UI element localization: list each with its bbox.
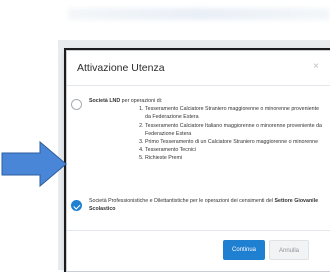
radio-sgs-checked[interactable] xyxy=(71,200,82,211)
dialog-header: Attivazione Utenza × xyxy=(67,51,330,86)
continue-button[interactable]: Continua xyxy=(223,240,265,260)
option-lnd-lead: Società LND per operazioni di: xyxy=(89,98,163,104)
dialog-footer: Continua Annulla xyxy=(67,230,330,271)
list-item: Tesseramento Calciatore Italiano maggior… xyxy=(145,122,325,138)
list-item: Tesseramento Tecnici xyxy=(145,146,325,154)
radio-lnd[interactable] xyxy=(71,99,82,110)
list-item: Primo Tesseramento di un Calciatore Stra… xyxy=(145,138,325,146)
pointer-arrow-icon xyxy=(1,140,67,188)
dialog-title: Attivazione Utenza xyxy=(77,62,165,74)
cancel-button[interactable]: Annulla xyxy=(269,240,309,260)
list-item: Tesseramento Calciatore Straniero maggio… xyxy=(145,105,325,121)
list-item: Richieste Premi xyxy=(145,154,325,162)
close-icon[interactable]: × xyxy=(313,61,319,72)
option-lnd-text: Società LND per operazioni di: Tesserame… xyxy=(89,97,325,163)
option-sgs-text: Società Professionistiche e Dilettantist… xyxy=(89,198,319,213)
blurred-header xyxy=(68,8,330,20)
option-lnd-list: Tesseramento Calciatore Straniero maggio… xyxy=(89,105,325,162)
activation-dialog: Attivazione Utenza × Società LND per ope… xyxy=(66,50,330,272)
